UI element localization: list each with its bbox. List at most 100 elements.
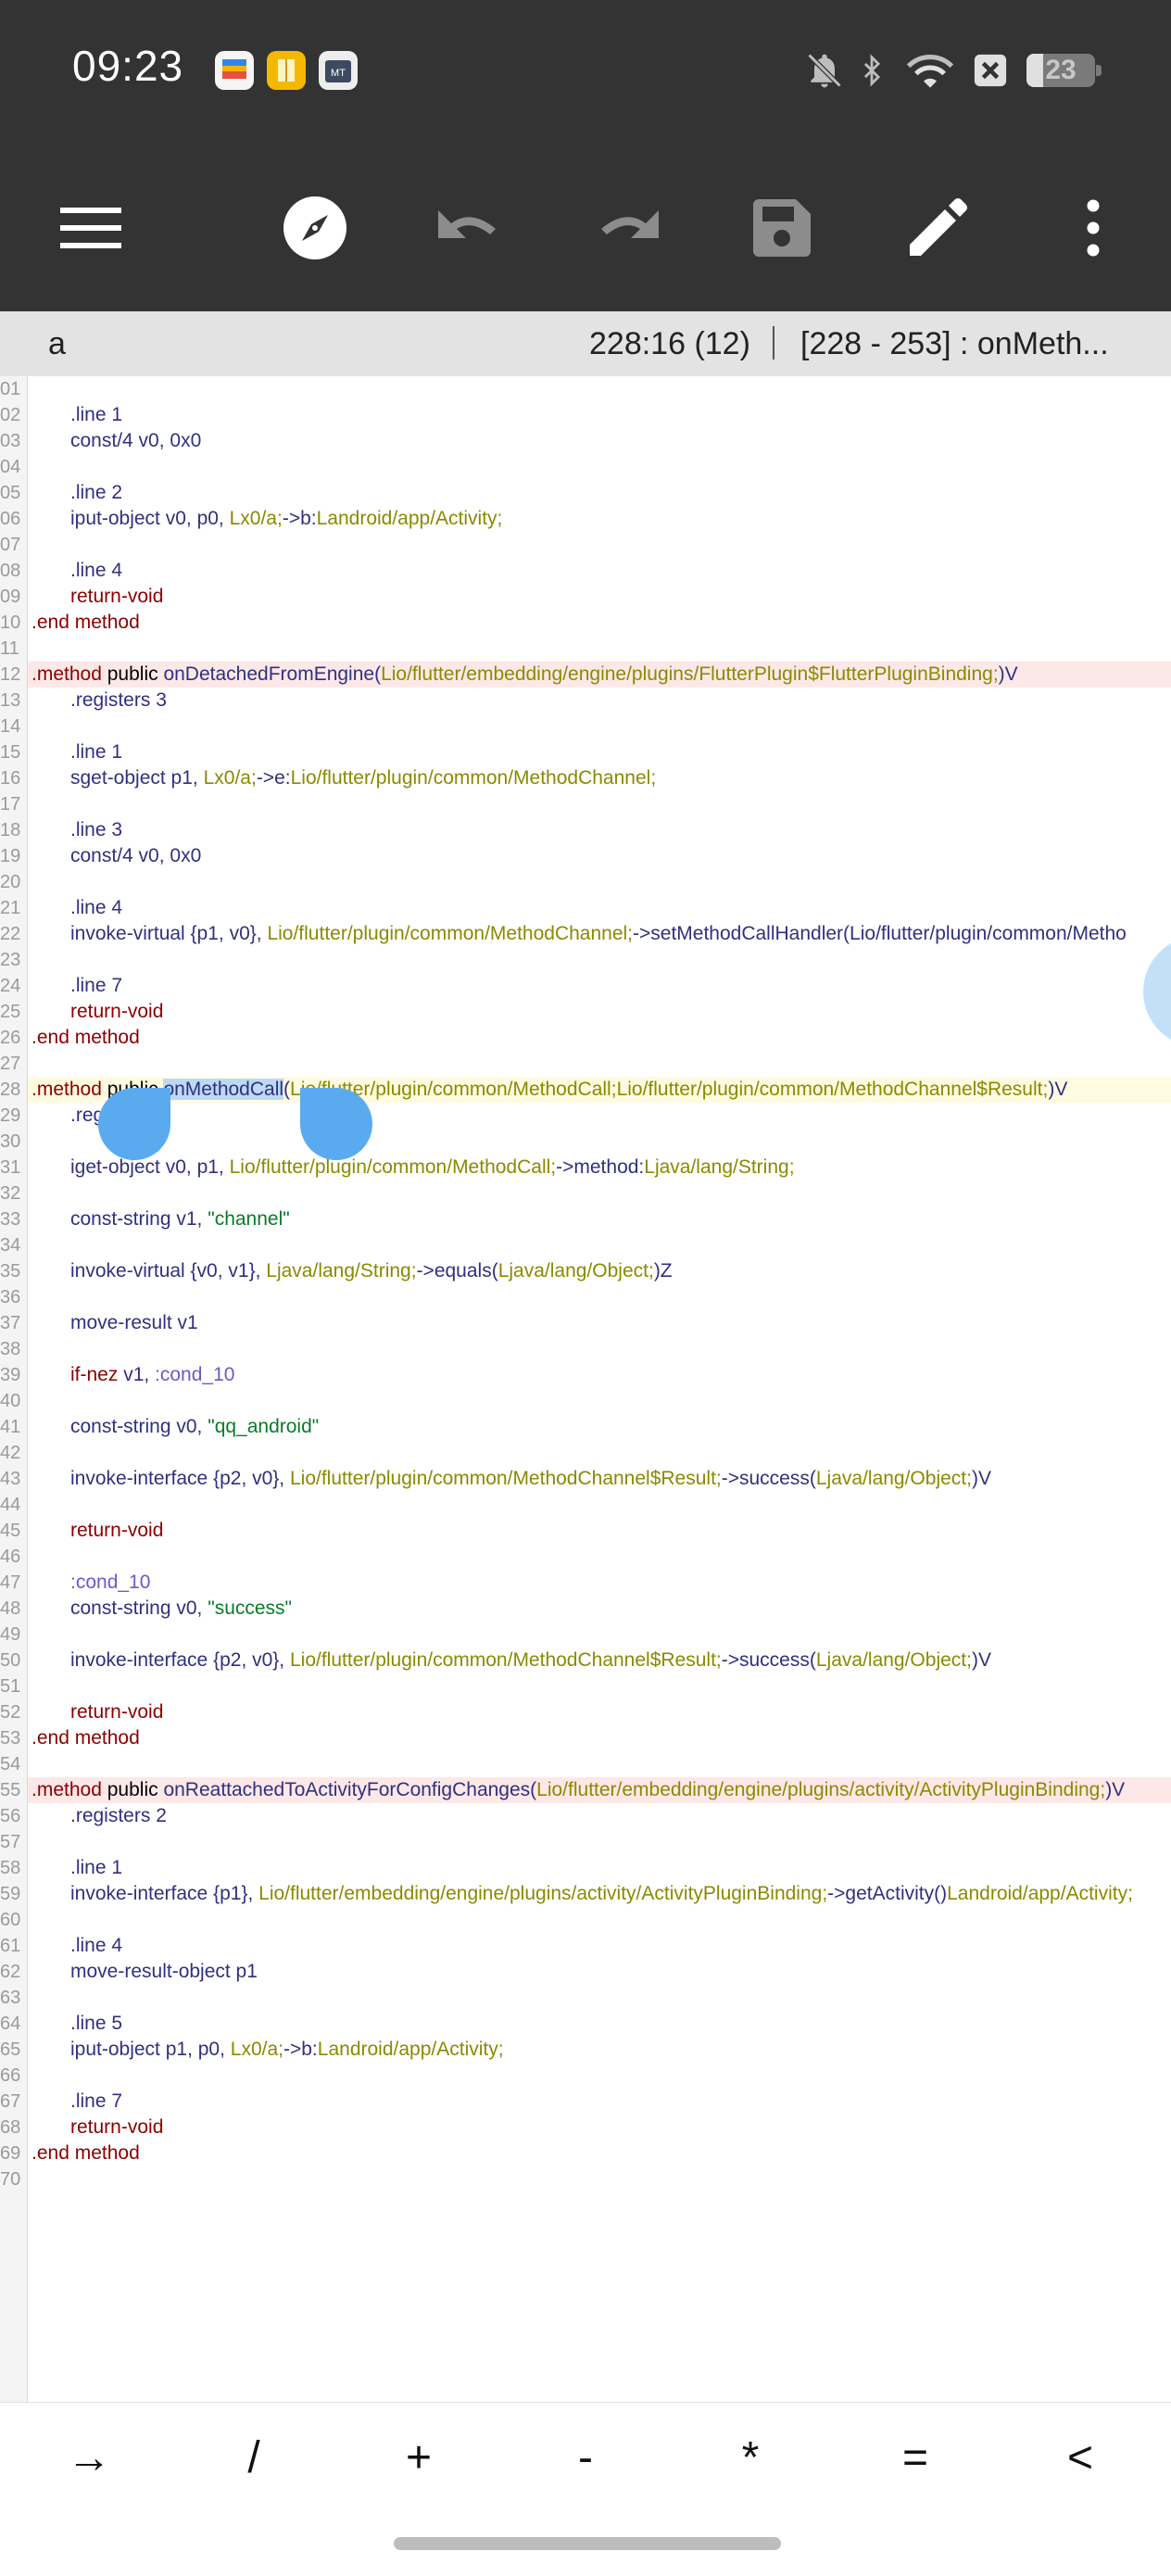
code-line[interactable]: const-string v0, "qq_android" xyxy=(31,1416,319,1442)
code-line[interactable]: .line 2 xyxy=(31,482,122,508)
line-number: 23 xyxy=(0,950,21,970)
file-name: a xyxy=(48,326,66,361)
code-line[interactable]: .line 7 xyxy=(31,975,122,1001)
line-number: 11 xyxy=(0,638,19,659)
save-icon xyxy=(753,199,811,257)
code-line[interactable]: if-nez v1, :cond_10 xyxy=(31,1364,234,1390)
line-number: 47 xyxy=(0,1572,21,1593)
code-line[interactable]: .method public onReattachedToActivityFor… xyxy=(31,1779,1125,1805)
code-line[interactable]: const/4 v0, 0x0 xyxy=(31,845,201,871)
line-number: 70 xyxy=(0,2169,21,2190)
selection-handle-end[interactable] xyxy=(300,1088,372,1160)
code-line[interactable]: return-void xyxy=(31,1001,163,1027)
line-number: 61 xyxy=(0,1936,21,1956)
code-line[interactable]: return-void xyxy=(31,586,163,612)
code-line[interactable]: .line 1 xyxy=(31,404,122,430)
selection-handle-start[interactable] xyxy=(98,1088,170,1160)
code-line[interactable]: .line 4 xyxy=(31,560,122,586)
code-line[interactable]: :cond_10 xyxy=(31,1572,150,1597)
compass-icon xyxy=(283,196,346,259)
code-line[interactable]: invoke-interface {p2, v0}, Lio/flutter/p… xyxy=(31,1649,991,1675)
code-line[interactable]: invoke-virtual {v0, v1}, Ljava/lang/Stri… xyxy=(31,1260,673,1286)
code-line[interactable]: .registers 3 xyxy=(31,689,167,715)
code-line[interactable]: .line 4 xyxy=(31,897,122,923)
undo-button[interactable] xyxy=(424,182,517,274)
notes-app-icon xyxy=(267,51,306,90)
code-line[interactable]: iput-object p1, p0, Lx0/a;->b:Landroid/a… xyxy=(31,2039,504,2065)
method-range[interactable]: [228 - 253] : onMeth... xyxy=(800,326,1109,362)
edit-button[interactable] xyxy=(891,182,984,274)
selected-text[interactable]: onMethodCall xyxy=(163,1079,284,1100)
code-line[interactable]: .end method xyxy=(31,2142,140,2168)
code-line[interactable]: .end method xyxy=(31,1727,140,1753)
line-number: 24 xyxy=(0,976,21,996)
code-line[interactable]: .method public onDetachedFromEngine(Lio/… xyxy=(31,663,1018,689)
arrow-key[interactable]: → xyxy=(33,2403,145,2512)
code-line[interactable]: const-string v0, "success" xyxy=(31,1597,292,1623)
less-than-key[interactable]: < xyxy=(1025,2403,1136,2512)
code-line[interactable]: move-result-object p1 xyxy=(31,1961,258,1987)
code-editor[interactable]: 01 02 03 04 05 06 07 08 09 10 11 12 13 14 15 16 17 18 19 20… xyxy=(0,376,1171,2402)
code-line[interactable]: invoke-virtual {p1, v0}, Lio/flutter/plu… xyxy=(31,923,1127,949)
equals-key[interactable]: = xyxy=(860,2403,971,2512)
status-time: 09:23 xyxy=(72,42,184,90)
line-number: 08 xyxy=(0,561,21,581)
menu-button[interactable] xyxy=(44,182,137,274)
line-number: 53 xyxy=(0,1728,21,1749)
bluetooth-icon xyxy=(856,48,888,97)
slash-key[interactable]: / xyxy=(198,2403,309,2512)
code-line[interactable]: .method public onMethodCall(Lio/flutter/… xyxy=(31,1079,1067,1105)
more-vert-icon xyxy=(1087,199,1100,257)
home-indicator[interactable] xyxy=(394,2537,781,2550)
code-line[interactable]: .line 1 xyxy=(31,1857,122,1883)
svg-text:MT: MT xyxy=(331,68,346,79)
redo-icon xyxy=(601,210,659,238)
line-number: 10 xyxy=(0,612,21,633)
code-line[interactable]: iget-object v0, p1, Lio/flutter/plugin/c… xyxy=(31,1156,795,1182)
battery-tip xyxy=(1096,65,1102,76)
line-number: 05 xyxy=(0,483,21,503)
line-number: 06 xyxy=(0,509,21,529)
redo-button[interactable] xyxy=(580,182,673,274)
code-line[interactable]: .end method xyxy=(31,612,140,638)
code-line[interactable]: return-void xyxy=(31,1520,163,1546)
line-number: 68 xyxy=(0,2117,21,2138)
fast-scroll-thumb[interactable] xyxy=(1143,936,1171,1047)
line-number: 30 xyxy=(0,1131,21,1152)
code-line[interactable]: const-string v1, "channel" xyxy=(31,1208,290,1234)
code-line[interactable]: const/4 v0, 0x0 xyxy=(31,430,201,456)
code-line[interactable]: .end method xyxy=(31,1027,140,1053)
line-number: 42 xyxy=(0,1443,21,1463)
code-line[interactable]: return-void xyxy=(31,2116,163,2142)
save-button[interactable] xyxy=(736,182,828,274)
code-line[interactable]: sget-object p1, Lx0/a;->e:Lio/flutter/pl… xyxy=(31,767,656,793)
line-number: 31 xyxy=(0,1157,21,1178)
code-line[interactable]: .line 5 xyxy=(31,2013,122,2039)
minus-key[interactable]: - xyxy=(530,2403,641,2512)
code-line[interactable]: invoke-interface {p1}, Lio/flutter/embed… xyxy=(31,1883,1133,1909)
code-line[interactable]: .line 1 xyxy=(31,741,122,767)
code-line[interactable]: move-result v1 xyxy=(31,1312,198,1338)
line-number: 32 xyxy=(0,1183,21,1204)
wallet-app-icon xyxy=(215,51,254,90)
code-line[interactable]: .line 3 xyxy=(31,819,122,845)
line-number: 04 xyxy=(0,457,21,477)
plus-key[interactable]: + xyxy=(363,2403,474,2512)
line-number: 56 xyxy=(0,1806,21,1826)
code-line[interactable]: invoke-interface {p2, v0}, Lio/flutter/p… xyxy=(31,1468,991,1494)
code-line[interactable]: .line 7 xyxy=(31,2090,122,2116)
toolbar xyxy=(0,145,1171,311)
line-number: 26 xyxy=(0,1028,21,1048)
asterisk-key[interactable]: * xyxy=(695,2403,806,2512)
navigate-button[interactable] xyxy=(269,182,361,274)
code-line[interactable]: iput-object v0, p0, Lx0/a;->b:Landroid/a… xyxy=(31,508,502,534)
mt-manager-app-icon: MT xyxy=(319,51,358,90)
more-options-button[interactable] xyxy=(1047,182,1140,274)
code-line[interactable]: return-void xyxy=(31,1701,163,1727)
line-number: 62 xyxy=(0,1962,21,1982)
line-number: 02 xyxy=(0,405,21,425)
line-number: 48 xyxy=(0,1598,21,1619)
line-number: 09 xyxy=(0,587,21,607)
code-line[interactable]: .line 4 xyxy=(31,1935,122,1961)
code-line[interactable]: .registers 2 xyxy=(31,1805,167,1831)
